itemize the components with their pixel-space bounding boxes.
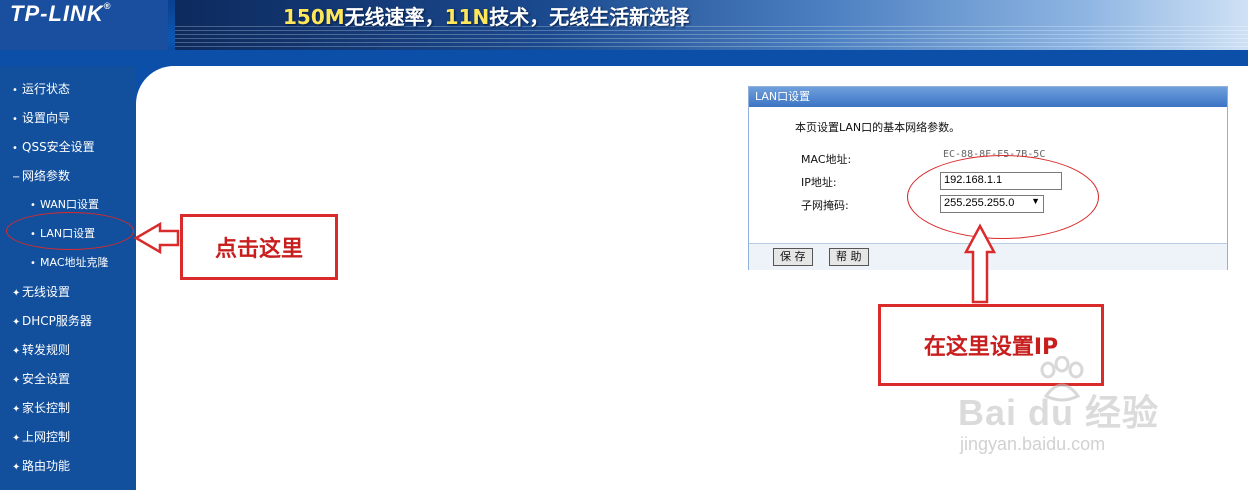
- lan-settings-panel: LAN口设置 本页设置LAN口的基本网络参数。 MAC地址: EC-88-8F-…: [748, 86, 1228, 270]
- ip-highlight-ellipse: [907, 155, 1099, 239]
- help-button[interactable]: 帮 助: [829, 248, 869, 266]
- ip-label: IP地址:: [801, 176, 837, 189]
- banner-slogan: 150M无线速率，11N技术，无线生活新选择: [283, 5, 690, 29]
- sidebar: [0, 66, 136, 490]
- header-band: [0, 50, 1248, 66]
- sidebar-item-wizard[interactable]: • 设置向导: [12, 109, 70, 129]
- click-here-callout: 点击这里: [180, 214, 338, 280]
- panel-title: LAN口设置: [749, 87, 1227, 107]
- sidebar-item-dhcp[interactable]: ✦ DHCP服务器: [12, 312, 92, 332]
- logo-box: TP-LINK®: [0, 0, 168, 50]
- sidebar-item-qss[interactable]: • QSS安全设置: [12, 138, 95, 158]
- subnet-mask-label: 子网掩码:: [801, 199, 849, 212]
- save-button[interactable]: 保 存: [773, 248, 813, 266]
- sidebar-item-status[interactable]: • 运行状态: [12, 80, 70, 100]
- sidebar-item-access-control[interactable]: ✦ 上网控制: [12, 428, 70, 448]
- sidebar-item-parental[interactable]: ✦ 家长控制: [12, 399, 70, 419]
- mac-label: MAC地址:: [801, 153, 852, 166]
- panel-description: 本页设置LAN口的基本网络参数。: [795, 121, 961, 134]
- lan-highlight-ellipse: [6, 212, 134, 250]
- sidebar-item-routing[interactable]: ✦ 路由功能: [12, 457, 70, 477]
- sidebar-item-wireless[interactable]: ✦ 无线设置: [12, 283, 70, 303]
- sidebar-item-forwarding[interactable]: ✦ 转发规则: [12, 341, 70, 361]
- sidebar-item-security[interactable]: ✦ 安全设置: [12, 370, 70, 390]
- tp-link-logo: TP-LINK®: [10, 1, 112, 26]
- panel-footer: 保 存 帮 助: [749, 243, 1227, 270]
- banner: 150M无线速率，11N技术，无线生活新选择: [175, 0, 1248, 50]
- sidebar-item-mac-clone[interactable]: • MAC地址克隆: [30, 254, 109, 274]
- baidu-watermark-url: jingyan.baidu.com: [960, 434, 1106, 454]
- baidu-watermark: Bai du 经验: [958, 392, 1160, 433]
- registered-mark: ®: [103, 1, 112, 11]
- sidebar-item-network[interactable]: − 网络参数: [12, 167, 70, 187]
